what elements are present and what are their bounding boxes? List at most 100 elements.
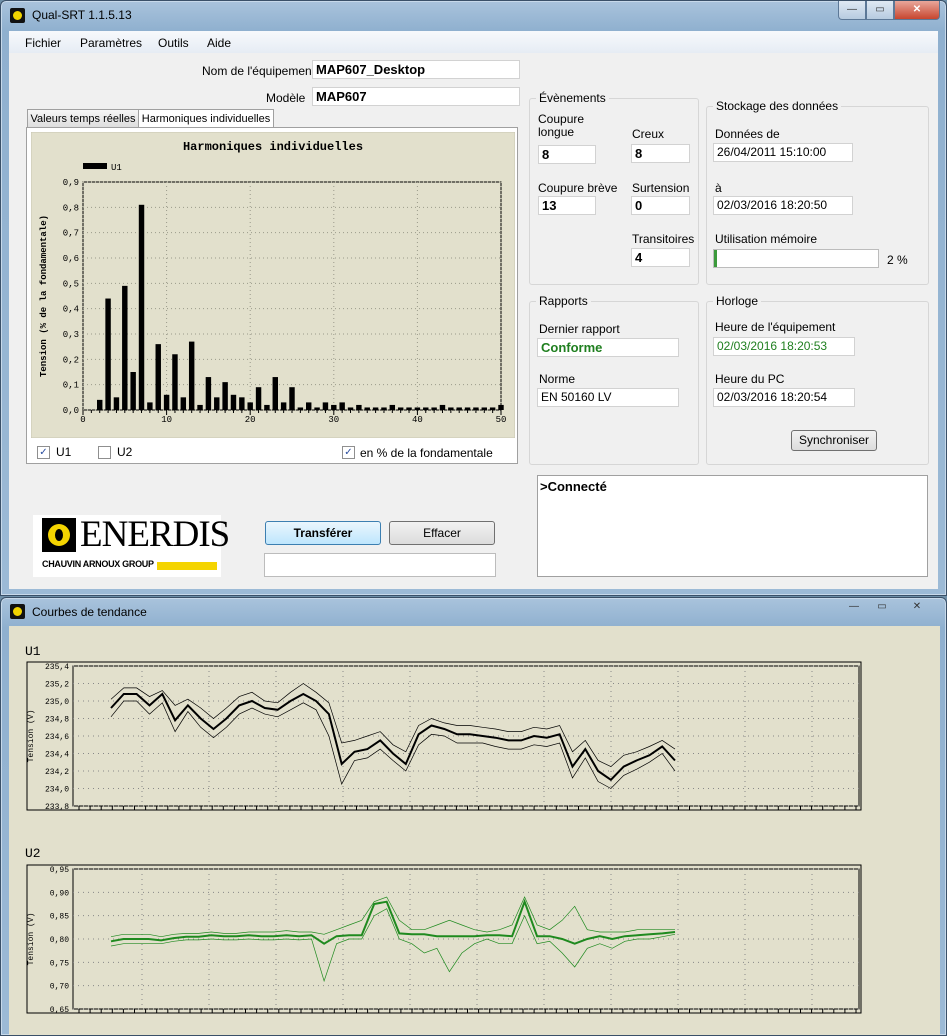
harmonic-bar bbox=[105, 298, 111, 410]
main-client-area: Fichier Paramètres Outils Aide Nom de l'… bbox=[9, 31, 938, 589]
console-box[interactable]: >Connecté bbox=[537, 475, 928, 577]
menu-outils[interactable]: Outils bbox=[158, 36, 189, 50]
memory-usage-fill bbox=[714, 250, 718, 267]
clock-group-title: Horloge bbox=[713, 294, 762, 308]
maximize-button[interactable]: ▭ bbox=[866, 1, 894, 20]
pc-time-field[interactable]: 02/03/2016 18:20:54 bbox=[713, 388, 855, 407]
harmonic-bar bbox=[264, 404, 270, 410]
data-to-field[interactable]: 02/03/2016 18:20:50 bbox=[713, 196, 853, 215]
harmonic-bar bbox=[113, 397, 120, 410]
model-field[interactable]: MAP607 bbox=[312, 87, 520, 106]
surtension-field[interactable]: 0 bbox=[631, 196, 690, 215]
harmonic-bar bbox=[255, 387, 262, 410]
harmonics-plot-area bbox=[82, 181, 502, 411]
last-report-field[interactable]: Conforme bbox=[537, 338, 679, 357]
harmonics-ytick-label: 0,9 bbox=[63, 178, 79, 188]
trend-u1-ytick-label: 234,8 bbox=[45, 716, 69, 725]
trend-close-button[interactable]: ✕ bbox=[896, 598, 938, 617]
logo-group-text: CHAUVIN ARNOUX GROUP bbox=[42, 559, 154, 569]
trend-titlebar[interactable]: Courbes de tendance — ▭ ✕ bbox=[1, 598, 946, 626]
harmonics-panel: Harmoniques individuelles U1 0,0 0,1 0,2 0,3 0… bbox=[26, 127, 518, 464]
harmonic-bar bbox=[339, 402, 345, 410]
creux-label: Creux bbox=[632, 127, 665, 141]
transfer-progress-bar bbox=[264, 553, 496, 577]
harmonic-bar bbox=[322, 402, 329, 410]
trend-u2-ytick-label: 0,65 bbox=[50, 1006, 69, 1015]
minimize-button[interactable]: — bbox=[838, 1, 866, 20]
harmonic-bar bbox=[214, 397, 220, 410]
harmonic-bar bbox=[389, 404, 396, 410]
harmonic-bar bbox=[448, 407, 454, 410]
trend-u1-ytick-label: 234,4 bbox=[45, 751, 69, 760]
trend-maximize-button[interactable]: ▭ bbox=[868, 598, 896, 617]
tab-realtime[interactable]: Valeurs temps réelles bbox=[27, 109, 139, 128]
u2-checkbox[interactable] bbox=[98, 446, 111, 459]
trend-u1-ytick-label: 234,6 bbox=[45, 733, 69, 742]
transitoires-field[interactable]: 4 bbox=[631, 248, 690, 267]
harmonic-bar bbox=[431, 407, 437, 410]
transfer-button[interactable]: Transférer bbox=[265, 521, 381, 545]
coupure-breve-field[interactable]: 13 bbox=[538, 196, 596, 215]
trend-u1-ylabel: Tension (V) bbox=[27, 710, 36, 763]
logo-yellow-bar bbox=[157, 562, 217, 570]
trend-u2-ytick-label: 0,95 bbox=[50, 866, 69, 875]
menu-fichier[interactable]: Fichier bbox=[25, 36, 61, 50]
harmonic-bar bbox=[230, 394, 237, 410]
harmonics-ytick-label: 0,8 bbox=[63, 203, 79, 213]
trend-u2-ytick-label: 0,75 bbox=[50, 959, 69, 968]
clear-button[interactable]: Effacer bbox=[389, 521, 495, 545]
trend-minimize-button[interactable]: — bbox=[840, 598, 868, 617]
norm-field[interactable]: EN 50160 LV bbox=[537, 388, 679, 407]
close-button[interactable]: ✕ bbox=[894, 1, 940, 20]
menu-parametres[interactable]: Paramètres bbox=[80, 36, 142, 50]
harmonic-bar bbox=[372, 407, 379, 410]
harmonic-bar bbox=[406, 407, 412, 410]
memory-usage-label: Utilisation mémoire bbox=[715, 232, 818, 246]
harmonics-chart-title: Harmoniques individuelles bbox=[183, 140, 363, 154]
harmonic-bar bbox=[439, 404, 446, 410]
harmonic-bar bbox=[314, 407, 320, 410]
menu-aide[interactable]: Aide bbox=[207, 36, 231, 50]
equipment-name-field[interactable]: MAP607_Desktop bbox=[312, 60, 520, 79]
trend-u2-ytick-label: 0,90 bbox=[50, 889, 69, 898]
surtension-label: Surtension bbox=[632, 181, 690, 195]
harmonic-bar bbox=[180, 397, 187, 410]
harmonic-bar bbox=[138, 204, 145, 410]
legend-u1-swatch bbox=[83, 163, 107, 169]
main-titlebar[interactable]: Qual-SRT 1.1.5.13 — ▭ ✕ bbox=[1, 1, 946, 31]
harmonics-ytick-label: 0,5 bbox=[63, 279, 79, 289]
legend-u1-label: U1 bbox=[111, 163, 122, 173]
trend-window: Courbes de tendance — ▭ ✕ U1 233,8 234,0 23… bbox=[0, 597, 947, 1036]
harmonics-ytick-label: 0,6 bbox=[63, 254, 79, 264]
harmonic-bar bbox=[289, 387, 295, 410]
coupure-longue-field[interactable]: 8 bbox=[538, 145, 596, 164]
u1-checkbox-label: U1 bbox=[56, 445, 72, 459]
trend-client-area: U1 233,8 234,0 234,2 234,4 234,6 234,8 235,0 235… bbox=[9, 626, 940, 1035]
harmonics-xtick-label: 40 bbox=[412, 415, 423, 425]
harmonics-chart: Harmoniques individuelles U1 0,0 0,1 0,2 0,3 0… bbox=[31, 132, 515, 438]
data-from-field[interactable]: 26/04/2011 15:10:00 bbox=[713, 143, 853, 162]
harmonics-xtick-label: 30 bbox=[328, 415, 339, 425]
logo-brand-text: ENERDIS bbox=[80, 514, 230, 555]
harmonics-xtick-label: 20 bbox=[245, 415, 256, 425]
window-title: Qual-SRT 1.1.5.13 bbox=[32, 8, 132, 22]
harmonic-bar bbox=[155, 344, 161, 410]
trend-u1-ytick-label: 234,2 bbox=[45, 768, 69, 777]
harmonic-bar bbox=[464, 407, 471, 410]
storage-group: Stockage des données Données de 26/04/20… bbox=[706, 99, 929, 285]
trend-u1-plot-area bbox=[72, 665, 860, 807]
creux-field[interactable]: 8 bbox=[631, 144, 690, 163]
synchronize-button[interactable]: Synchroniser bbox=[791, 430, 877, 451]
percent-checkbox[interactable]: ✓ bbox=[342, 446, 355, 459]
trend-u2-plot-area bbox=[72, 868, 860, 1010]
device-time-field[interactable]: 02/03/2016 18:20:53 bbox=[713, 337, 855, 356]
harmonic-bar bbox=[130, 372, 136, 410]
harmonic-bar bbox=[356, 404, 362, 410]
enerdis-logo: ENERDIS CHAUVIN ARNOUX GROUP bbox=[33, 515, 230, 577]
trend-u1-title: U1 bbox=[25, 644, 41, 659]
harmonics-ytick-label: 0,7 bbox=[63, 229, 79, 239]
trend-app-icon bbox=[10, 604, 25, 619]
coupure-longue-label: Coupure longue bbox=[538, 112, 585, 139]
u1-checkbox[interactable]: ✓ bbox=[37, 446, 50, 459]
harmonic-bar bbox=[297, 407, 304, 410]
